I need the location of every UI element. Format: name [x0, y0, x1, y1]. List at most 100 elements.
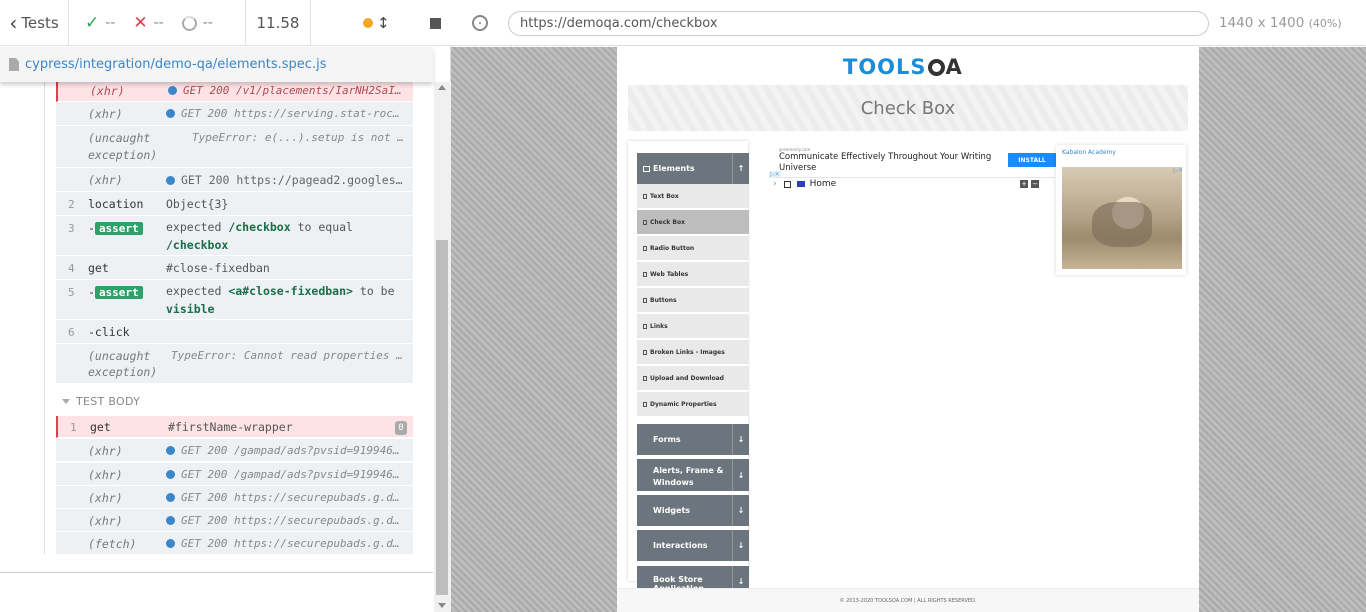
command-log: (xhr) GET 200 /v1/placements/IarNH2SaIIh…: [0, 82, 433, 572]
command-row[interactable]: 4 get #close-fixedban: [56, 256, 413, 280]
command-row[interactable]: (xhr) GET 200 https://serving.stat-rock.…: [56, 102, 413, 126]
side-ad[interactable]: Kabalon Academy ▷✕: [1056, 145, 1186, 275]
command-row[interactable]: (uncaught exception) TypeError: Cannot r…: [56, 344, 413, 384]
grammarly-ad[interactable]: grammarly.com Communicate Effectively Th…: [769, 147, 1056, 178]
reporter-header: ‹ Tests ✓ -- ✕ -- -- 11.58 ↕: [0, 0, 451, 46]
spec-path-bar: cypress/integration/demo-qa/elements.spe…: [0, 47, 433, 82]
collapse-all-button[interactable]: −: [1031, 180, 1039, 188]
nav-item-dynamic-properties[interactable]: Dynamic Properties: [637, 392, 749, 417]
checkbox-tree: › Home: [773, 179, 836, 189]
command-name: get: [90, 420, 111, 434]
group-interactions[interactable]: Interactions ↓: [637, 530, 749, 561]
run-controls: ↕: [311, 0, 451, 46]
status-dot-icon: [363, 18, 373, 28]
command-row[interactable]: 3 - assert expected /checkbox to equal /c…: [56, 216, 413, 256]
scroll-up-icon[interactable]: [438, 85, 446, 90]
nav-item-buttons[interactable]: Buttons: [637, 288, 749, 313]
xhr-dot-icon: [166, 539, 175, 548]
tree-expand-icon[interactable]: ›: [773, 179, 777, 189]
nav-item-broken-links[interactable]: Broken Links - Images: [637, 340, 749, 365]
command-number: 6: [68, 326, 75, 339]
runner-header: https://demoqa.com/checkbox 1440 x 1400 …: [451, 0, 1366, 46]
command-row[interactable]: 5 - assert expected <a#close-fixedban> to…: [56, 280, 413, 320]
ad-text: Communicate Effectively Throughout Your …: [779, 152, 992, 173]
group-alerts-frame-windows[interactable]: Alerts, Frame & Windows ↓: [637, 459, 749, 491]
command-message: GET 200 /gampad/ads?pvsid=919946066902…: [166, 444, 406, 457]
command-row[interactable]: (xhr) GET 200 /v1/placements/IarNH2SaIIh…: [56, 82, 413, 102]
scroll-down-icon[interactable]: [438, 603, 446, 608]
aut-url-bar[interactable]: https://demoqa.com/checkbox: [508, 11, 1209, 36]
adchoices-icon[interactable]: ▷✕: [1173, 167, 1183, 174]
command-message: Object{3}: [166, 197, 229, 211]
command-name: - assert: [88, 285, 143, 299]
xhr-dot-icon: [166, 470, 175, 479]
command-name: location: [88, 197, 144, 211]
command-message: GET 200 https://serving.stat-rock.com/…: [166, 107, 406, 120]
stop-button[interactable]: [429, 17, 441, 29]
chevron-left-icon: ‹: [9, 11, 18, 35]
item-icon: [643, 323, 647, 329]
scrollbar-thumb[interactable]: [436, 240, 448, 595]
tree-node-home-label[interactable]: Home: [810, 179, 837, 189]
tree-controls: + −: [1020, 180, 1039, 188]
tests-label: Tests: [21, 14, 59, 32]
selector-playground-icon[interactable]: [472, 15, 488, 31]
expand-arrow-icon[interactable]: ↓: [732, 459, 749, 491]
command-row[interactable]: (xhr) GET 200 /gampad/ads?pvsid=91994606…: [56, 439, 413, 462]
command-message: #close-fixedban: [166, 261, 270, 275]
page-title-banner: Check Box: [628, 85, 1188, 131]
expand-arrow-icon[interactable]: ↓: [732, 495, 749, 526]
command-name: - assert: [88, 221, 143, 235]
command-message: GET 200 /v1/placements/IarNH2SaIIhl/co…: [168, 84, 408, 97]
xhr-dot-icon: [166, 516, 175, 525]
command-name: (uncaught: [88, 349, 151, 363]
pending-count: --: [202, 15, 213, 31]
auto-scroll-toggle[interactable]: ↕: [363, 14, 390, 32]
command-name: -click: [88, 325, 130, 339]
command-row[interactable]: 1 get #firstName-wrapper 0: [56, 416, 413, 438]
command-row[interactable]: (xhr) GET 200 https://securepubads.g.dou…: [56, 486, 413, 509]
command-row[interactable]: (xhr) GET 200 https://pagead2.googlesy…: [56, 168, 413, 192]
home-checkbox[interactable]: [783, 180, 791, 188]
reporter-footer: [0, 572, 433, 612]
collapse-arrow-icon[interactable]: ↑: [732, 153, 749, 184]
toolsqa-logo[interactable]: TOOLS A: [843, 55, 963, 79]
command-name: (xhr): [88, 444, 123, 458]
nav-item-text-box[interactable]: Text Box: [637, 184, 749, 209]
command-name: (uncaught: [88, 131, 151, 145]
group-forms[interactable]: Forms ↓: [637, 424, 749, 455]
nav-item-radio-button[interactable]: Radio Button: [637, 236, 749, 261]
group-elements[interactable]: Elements ↑: [637, 153, 749, 184]
nav-item-upload-download[interactable]: Upload and Download: [637, 366, 749, 391]
viewport-size: 1440 x 1400 (40%): [1219, 15, 1342, 31]
expand-arrow-icon[interactable]: ↓: [732, 424, 749, 455]
command-row[interactable]: 6 -click: [56, 320, 413, 344]
nav-item-web-tables[interactable]: Web Tables: [637, 262, 749, 287]
tests-back-button[interactable]: ‹ Tests: [0, 0, 69, 46]
reporter-scrollbar[interactable]: [434, 82, 451, 612]
command-row[interactable]: (fetch) GET 200 https://securepubads.g.d…: [56, 532, 413, 555]
item-icon: [643, 401, 647, 407]
spec-path-link[interactable]: cypress/integration/demo-qa/elements.spe…: [25, 57, 326, 72]
run-duration: 11.58: [246, 0, 311, 46]
xhr-dot-icon: [168, 86, 177, 95]
command-row[interactable]: 2 location Object{3}: [56, 192, 413, 216]
assert-badge: assert: [94, 286, 143, 299]
nav-item-check-box[interactable]: Check Box: [637, 210, 749, 235]
command-number: 4: [68, 262, 75, 275]
command-row[interactable]: (xhr) GET 200 https://securepubads.g.dou…: [56, 509, 413, 532]
command-message: GET 200 https://securepubads.g.doublec…: [166, 491, 406, 504]
command-name: (xhr): [88, 107, 123, 121]
command-number: 1: [70, 421, 77, 434]
expand-arrow-icon[interactable]: ↓: [732, 530, 749, 561]
command-row[interactable]: (xhr) GET 200 /gampad/ads?pvsid=91994606…: [56, 463, 413, 486]
item-icon: [643, 297, 647, 303]
site-footer: © 2013-2020 TOOLSQA.COM | ALL RIGHTS RES…: [617, 588, 1199, 612]
ad-install-button[interactable]: INSTALL: [1008, 153, 1056, 167]
passed-count: --: [105, 15, 116, 31]
test-body-header[interactable]: TEST BODY: [62, 395, 140, 408]
command-row[interactable]: (uncaught exception) TypeError: e(...).s…: [56, 126, 413, 168]
expand-all-button[interactable]: +: [1020, 180, 1028, 188]
group-widgets[interactable]: Widgets ↓: [637, 495, 749, 526]
nav-item-links[interactable]: Links: [637, 314, 749, 339]
